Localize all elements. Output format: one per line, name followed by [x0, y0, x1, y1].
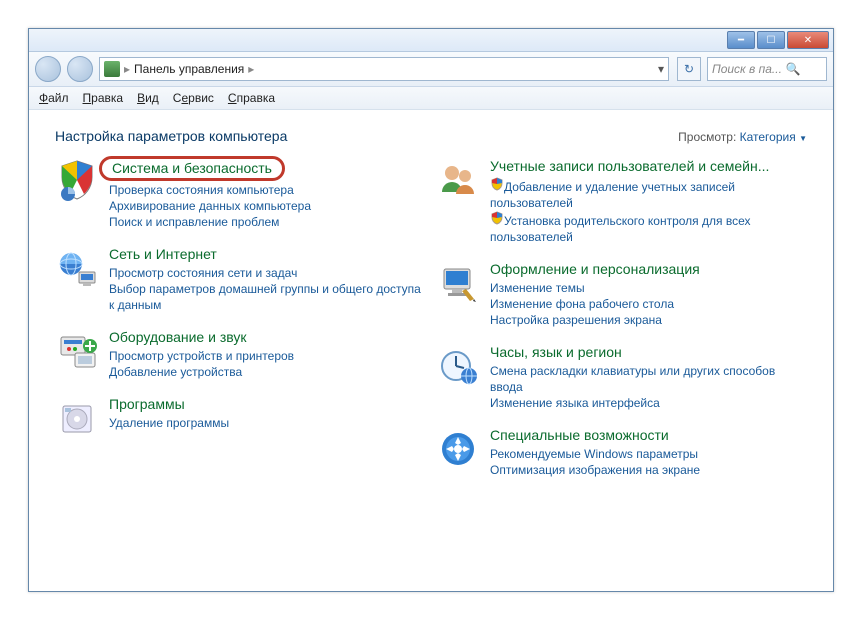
address-bar[interactable]: ▸ Панель управления ▸ ▾	[99, 57, 669, 81]
breadcrumb-separator: ▸	[124, 62, 130, 76]
category-users: Учетные записи пользователей и семейн...…	[436, 158, 807, 245]
category-appearance: Оформление и персонализацияИзменение тем…	[436, 261, 807, 328]
menu-edit[interactable]: Правка	[83, 91, 124, 105]
ease-icon	[436, 427, 480, 471]
shield-icon	[490, 211, 504, 225]
content-area: Настройка параметров компьютера Просмотр…	[29, 110, 833, 594]
category-title[interactable]: Система и безопасность	[112, 160, 272, 178]
menu-tools[interactable]: Сервис	[173, 91, 214, 105]
category-title[interactable]: Оборудование и звук	[109, 329, 247, 347]
category-sublink[interactable]: Рекомендуемые Windows параметры	[490, 446, 807, 462]
category-hardware: Оборудование и звукПросмотр устройств и …	[55, 329, 426, 380]
category-sublink[interactable]: Настройка разрешения экрана	[490, 312, 807, 328]
category-sublink[interactable]: Проверка состояния компьютера	[109, 182, 426, 198]
maximize-button[interactable]: ☐	[757, 31, 785, 49]
category-sublink[interactable]: Архивирование данных компьютера	[109, 198, 426, 214]
title-bar: ━ ☐ ✕	[29, 29, 833, 52]
search-placeholder: Поиск в па...	[712, 62, 782, 76]
category-title[interactable]: Специальные возможности	[490, 427, 669, 445]
shield-icon	[55, 158, 99, 202]
menu-help[interactable]: Справка	[228, 91, 275, 105]
view-mode-dropdown[interactable]: Категория ▼	[740, 130, 807, 144]
search-icon: 🔍	[786, 62, 801, 76]
category-sublink[interactable]: Изменение фона рабочего стола	[490, 296, 807, 312]
users-icon	[436, 158, 480, 202]
category-sublink[interactable]: Добавление и удаление учетных записей по…	[490, 177, 807, 211]
programs-icon	[55, 396, 99, 440]
category-sublink[interactable]: Удаление программы	[109, 415, 426, 431]
category-sublink[interactable]: Изменение темы	[490, 280, 807, 296]
category-sublink[interactable]: Поиск и исправление проблем	[109, 214, 426, 230]
category-title[interactable]: Учетные записи пользователей и семейн...	[490, 158, 769, 176]
category-clock: Часы, язык и регионСмена раскладки клави…	[436, 344, 807, 411]
navigation-bar: ▸ Панель управления ▸ ▾ ↻ Поиск в па... …	[29, 52, 833, 87]
category-title[interactable]: Оформление и персонализация	[490, 261, 700, 279]
appearance-icon	[436, 261, 480, 305]
category-sublink[interactable]: Просмотр состояния сети и задач	[109, 265, 426, 281]
highlight-ring: Система и безопасность	[99, 156, 285, 181]
menu-file[interactable]: Файл	[39, 91, 69, 105]
category-sublink[interactable]: Изменение языка интерфейса	[490, 395, 807, 411]
category-sublink[interactable]: Выбор параметров домашней группы и общег…	[109, 281, 426, 313]
forward-button[interactable]	[67, 56, 93, 82]
category-sublink[interactable]: Добавление устройства	[109, 364, 426, 380]
refresh-button[interactable]: ↻	[677, 57, 701, 81]
clock-icon	[436, 344, 480, 388]
dropdown-icon[interactable]: ▾	[658, 62, 664, 76]
category-shield: Система и безопасность Проверка состояния…	[55, 158, 426, 230]
category-programs: ПрограммыУдаление программы	[55, 396, 426, 440]
menu-bar: Файл Правка Вид Сервис Справка	[29, 87, 833, 110]
close-button[interactable]: ✕	[787, 31, 829, 49]
category-ease: Специальные возможностиРекомендуемые Win…	[436, 427, 807, 478]
hardware-icon	[55, 329, 99, 373]
page-title: Настройка параметров компьютера	[55, 128, 287, 144]
view-by: Просмотр: Категория ▼	[678, 130, 807, 144]
minimize-button[interactable]: ━	[727, 31, 755, 49]
category-sublink[interactable]: Установка родительского контроля для все…	[490, 211, 807, 245]
search-input[interactable]: Поиск в па... 🔍	[707, 57, 827, 81]
category-title[interactable]: Сеть и Интернет	[109, 246, 217, 264]
back-button[interactable]	[35, 56, 61, 82]
category-title[interactable]: Часы, язык и регион	[490, 344, 622, 362]
network-icon	[55, 246, 99, 290]
category-title[interactable]: Программы	[109, 396, 185, 414]
control-panel-icon	[104, 61, 120, 77]
view-label: Просмотр:	[678, 130, 736, 144]
menu-view[interactable]: Вид	[137, 91, 159, 105]
category-network: Сеть и ИнтернетПросмотр состояния сети и…	[55, 246, 426, 313]
breadcrumb-root[interactable]: Панель управления	[134, 62, 244, 76]
category-sublink[interactable]: Смена раскладки клавиатуры или других сп…	[490, 363, 807, 395]
shield-icon	[490, 177, 504, 191]
category-sublink[interactable]: Просмотр устройств и принтеров	[109, 348, 426, 364]
category-sublink[interactable]: Оптимизация изображения на экране	[490, 462, 807, 478]
breadcrumb-separator: ▸	[248, 62, 254, 76]
